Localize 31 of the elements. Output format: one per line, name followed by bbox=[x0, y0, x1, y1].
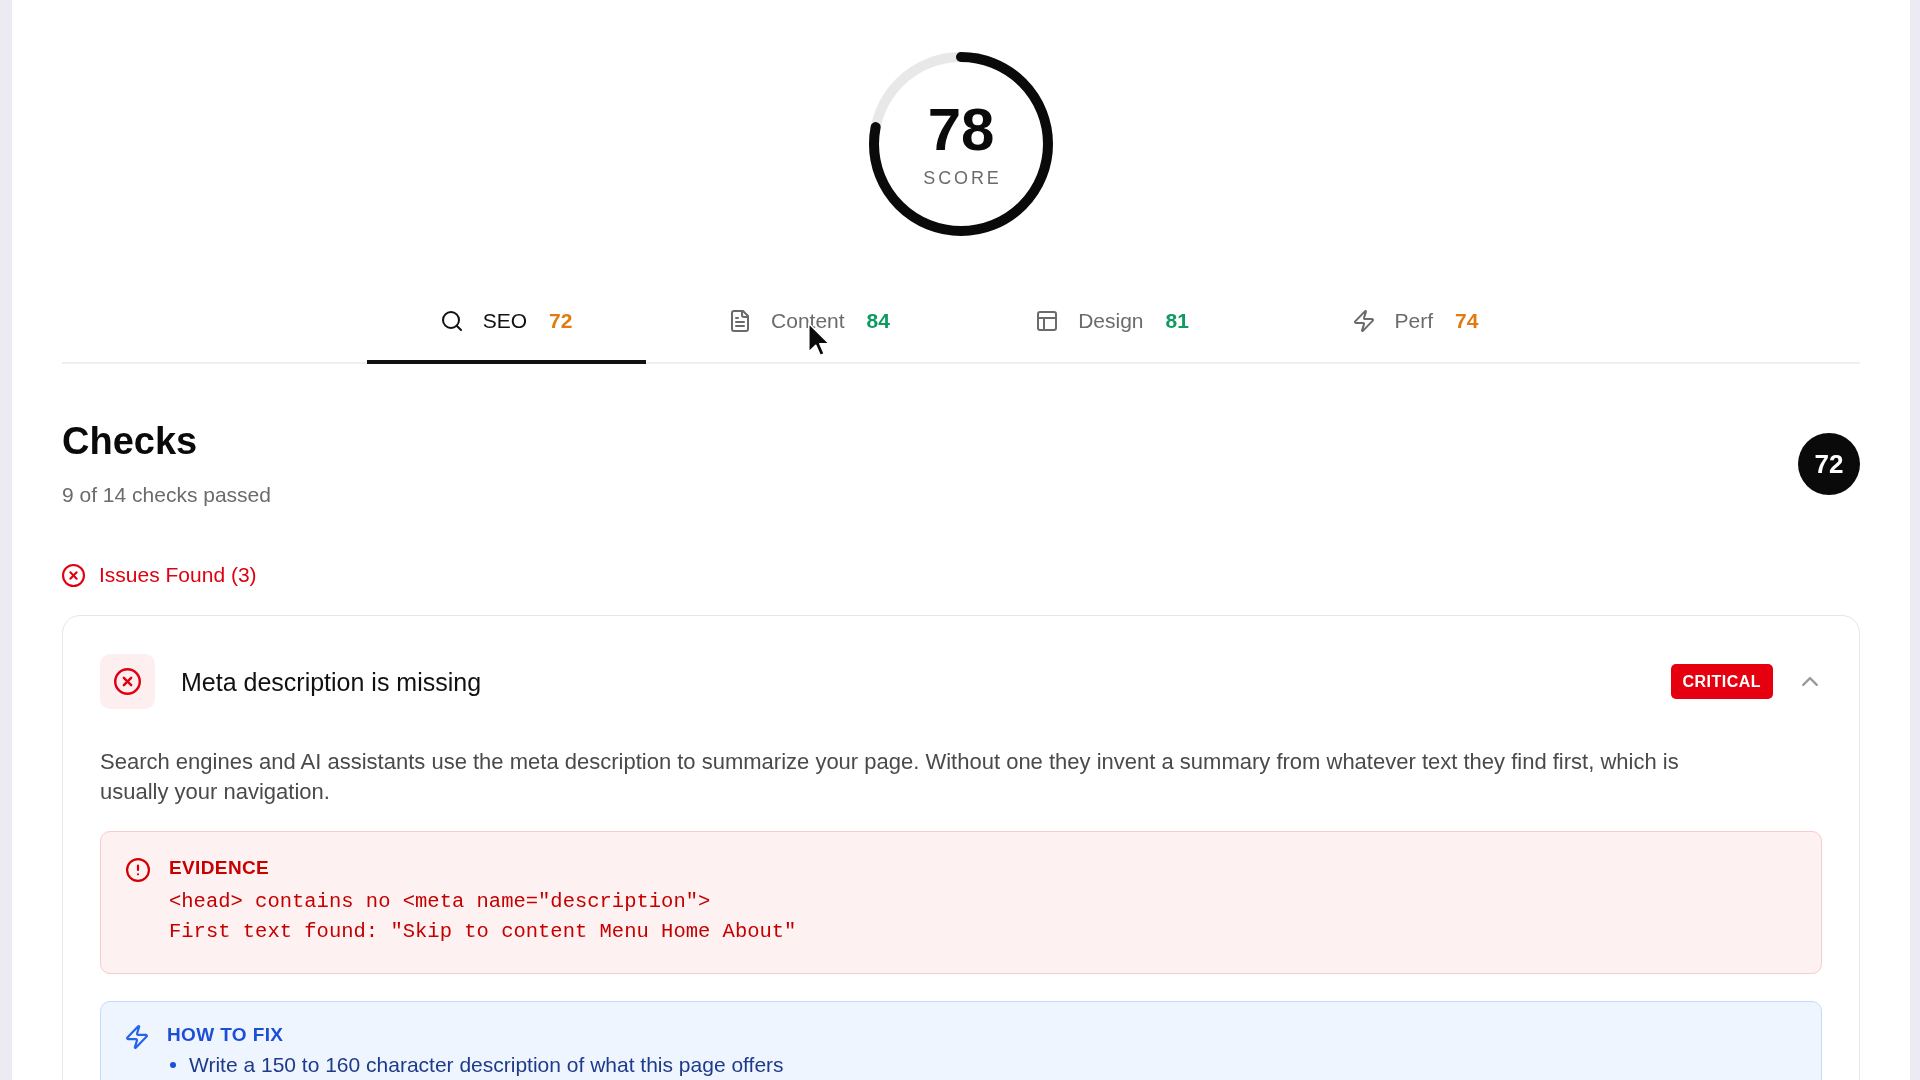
section-title: Checks bbox=[62, 419, 199, 464]
document-icon bbox=[729, 310, 752, 332]
code-line: First text found: "Skip to content Menu Home About" bbox=[169, 919, 797, 945]
tab[interactable]: SEO 72 bbox=[367, 294, 646, 364]
x-circle-icon bbox=[62, 563, 85, 587]
search-icon bbox=[440, 310, 463, 332]
tab[interactable]: Content 84 bbox=[670, 294, 949, 364]
score-value: 78 bbox=[927, 99, 995, 160]
code-line: <head> contains no <meta name="description"> bbox=[169, 889, 712, 915]
layout-icon bbox=[1036, 310, 1059, 332]
tab-score: 81 bbox=[1165, 308, 1189, 334]
bullet-icon bbox=[170, 1062, 176, 1068]
fix-label: HOW TO FIX bbox=[167, 1023, 285, 1047]
tab-score: 74 bbox=[1455, 308, 1479, 334]
lightning-icon bbox=[1352, 310, 1375, 332]
evidence-label: EVIDENCE bbox=[169, 856, 271, 880]
alert-circle-icon bbox=[126, 858, 150, 882]
tab-score: 72 bbox=[549, 308, 573, 334]
issue-description: Search engines and AI assistants use the meta description to summarize your page. Without one they invent a summary from whatever text they find first, which is usually your navigation. bbox=[100, 748, 1680, 806]
tab[interactable]: Perf 74 bbox=[1276, 294, 1555, 364]
lightning-icon bbox=[126, 1025, 148, 1049]
tab[interactable]: Design 81 bbox=[973, 294, 1252, 364]
fix-step: Write a 150 to 160 character description of what this page offers bbox=[189, 1052, 784, 1078]
issues-found-label: Issues Found (3) bbox=[99, 562, 257, 588]
severity-badge: CRITICAL bbox=[1670, 664, 1773, 699]
score-label: SCORE bbox=[922, 166, 1002, 189]
chevron-up-icon[interactable] bbox=[1802, 677, 1818, 686]
tab-score: 84 bbox=[866, 308, 890, 334]
issue-title: Meta description is missing bbox=[181, 666, 482, 698]
score-badge: 72 bbox=[1798, 433, 1860, 495]
checks-summary: 9 of 14 checks passed bbox=[62, 482, 271, 508]
